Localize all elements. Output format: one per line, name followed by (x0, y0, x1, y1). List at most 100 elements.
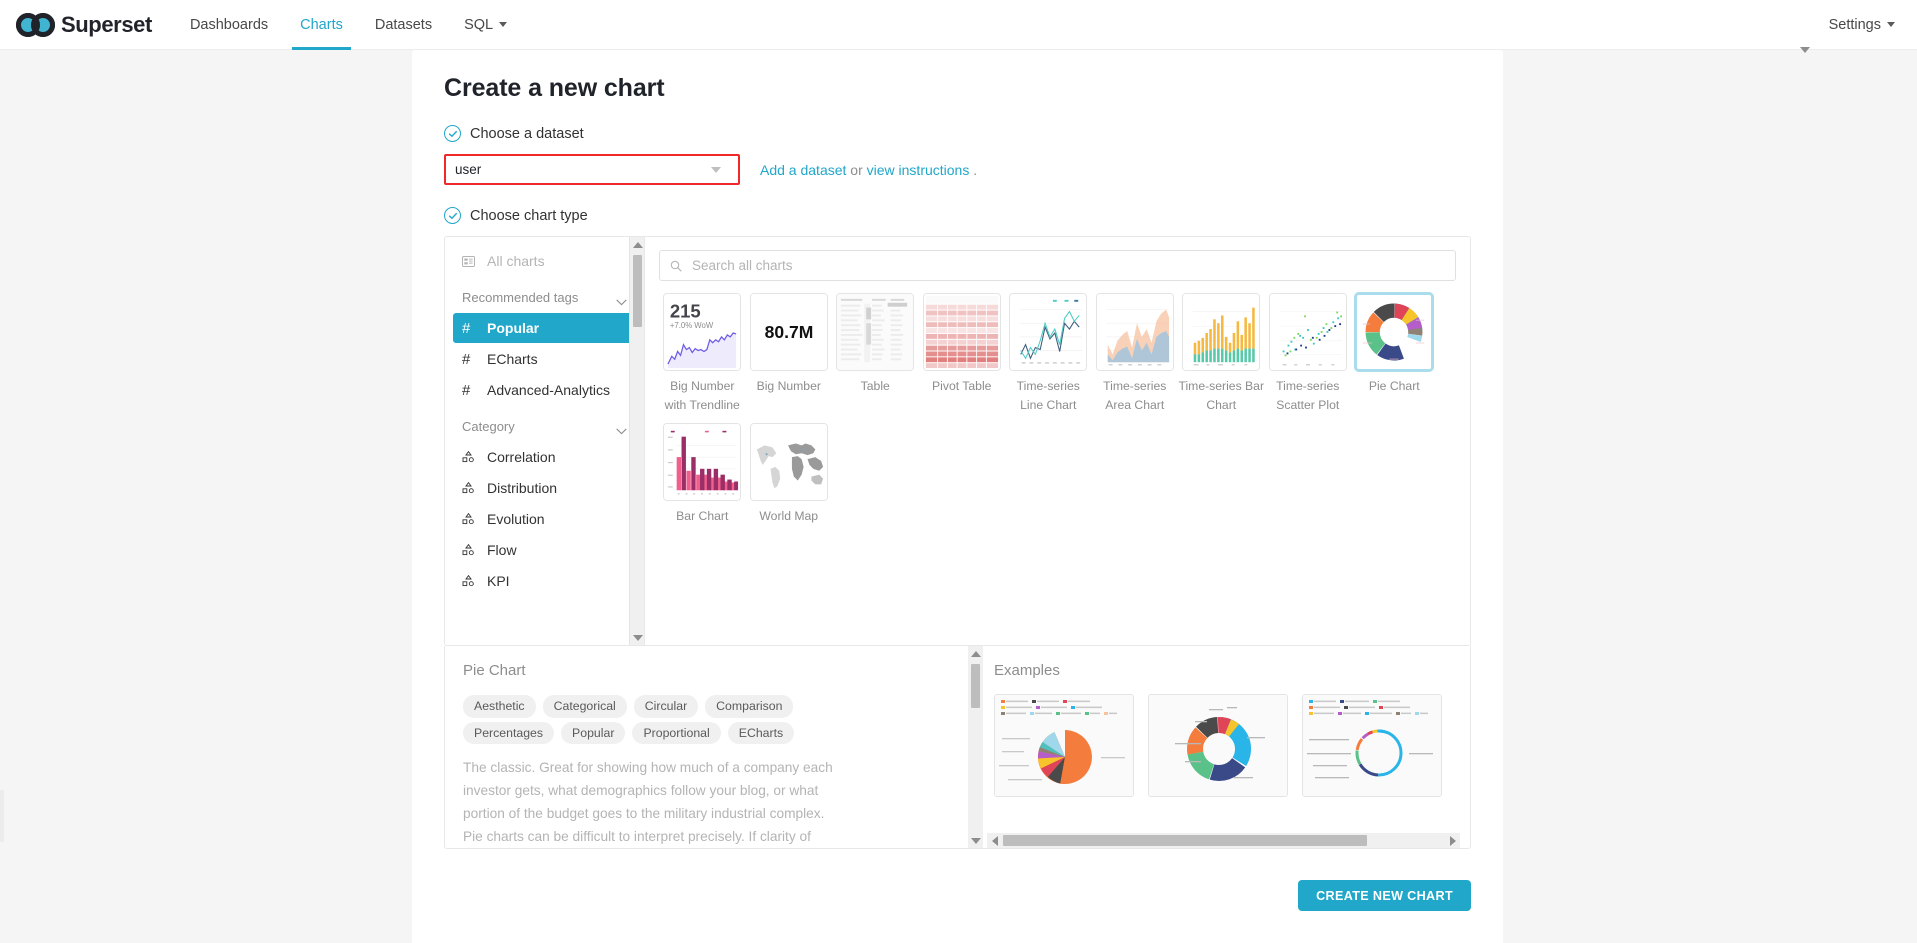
chart-thumbnail (1268, 293, 1347, 371)
sidebar-item-advanced-analytics[interactable]: # Advanced-Analytics (453, 375, 636, 405)
chevron-down-icon[interactable] (711, 166, 721, 173)
chart-details-panel: Pie Chart Aesthetic Categorical Circular… (444, 646, 1471, 849)
search-icon (670, 260, 682, 272)
example-pie-thin-ring[interactable] (1302, 694, 1442, 797)
svg-text:215: 215 (670, 300, 701, 321)
card-footer: CREATE NEW CHART (412, 880, 1503, 943)
tag-comparison[interactable]: Comparison (705, 695, 794, 718)
nav-item-label: Datasets (374, 16, 433, 33)
panel-collapse-handle-icon[interactable] (1800, 47, 1810, 53)
chart-type-time-series-line-chart[interactable]: Time-series Line Chart (1005, 293, 1092, 415)
chart-type-label: World Map (759, 508, 819, 523)
chart-type-time-series-area-chart[interactable]: Time-series Area Chart (1092, 293, 1179, 415)
sidebar-item-flow[interactable]: Flow (453, 535, 636, 565)
chart-thumbnail (663, 422, 742, 501)
tag-aesthetic[interactable]: Aesthetic (463, 695, 536, 718)
chart-type-label: Bar Chart (676, 508, 729, 523)
chart-type-world-map[interactable]: World Map (746, 422, 833, 526)
chart-type-bar-chart[interactable]: Bar Chart (659, 422, 746, 526)
tag-proportional[interactable]: Proportional (632, 721, 721, 745)
tag-circular[interactable]: Circular (633, 695, 699, 718)
chart-type-label: Time-series Line Chart (1016, 379, 1080, 412)
nav-item-charts[interactable]: Charts (284, 0, 359, 50)
chart-type-table[interactable]: Table (832, 293, 919, 415)
sidebar-scrollbar-thumb[interactable] (633, 255, 642, 327)
category-icon (462, 544, 479, 556)
category-icon (462, 451, 479, 463)
sidebar-group-label: Recommended tags (462, 289, 579, 305)
superset-brand-link[interactable]: Superset (16, 12, 152, 38)
hash-icon: # (462, 381, 471, 399)
sidebar-item-distribution[interactable]: Distribution (453, 473, 636, 503)
sidebar-scrollbar[interactable] (629, 237, 644, 645)
chart-type-label: Table (860, 379, 890, 393)
chart-type-label: Pivot Table (932, 379, 992, 393)
details-description: The classic. Great for showing how much … (463, 760, 833, 844)
chart-type-label: Time-series Area Chart (1103, 379, 1167, 412)
chart-type-label: Big Number with Trendline (664, 379, 740, 412)
chart-type-pie-chart[interactable]: Pie Chart (1351, 293, 1438, 415)
chart-type-grid: 215 +7.0% WoW Big Number with Trendline (659, 293, 1456, 534)
tag-categorical[interactable]: Categorical (542, 695, 627, 718)
chart-category-sidebar: All charts Recommended tags # Popular # … (445, 237, 645, 645)
tag-echarts[interactable]: ECharts (727, 721, 795, 745)
hash-icon: # (462, 350, 471, 368)
nav-item-datasets[interactable]: Datasets (359, 0, 448, 50)
search-input[interactable] (690, 257, 1445, 274)
triangle-down-icon[interactable] (630, 630, 645, 645)
chart-examples-section: Examples (968, 646, 1470, 848)
chart-type-time-series-scatter-plot[interactable]: Time-series Scatter Plot (1265, 293, 1352, 415)
sidebar-item-label: Evolution (487, 511, 545, 527)
sidebar-item-popular[interactable]: # Popular (453, 313, 636, 343)
sidebar-item-echarts[interactable]: # ECharts (453, 344, 636, 374)
nav-item-dashboards[interactable]: Dashboards (174, 0, 284, 50)
step-label: Choose a dataset (470, 125, 584, 142)
top-navbar: Superset Dashboards Charts Datasets SQL … (0, 0, 1917, 50)
chart-type-label: Pie Chart (1368, 379, 1420, 393)
chart-type-pivot-table[interactable]: Pivot Table (919, 293, 1006, 415)
svg-text:+7.0% WoW: +7.0% WoW (670, 321, 714, 330)
sidebar-item-evolution[interactable]: Evolution (453, 504, 636, 534)
step-choose-chart-type: Choose chart type (444, 207, 1471, 224)
chart-thumbnail: 80.7M (749, 293, 828, 371)
sidebar-item-label: Advanced-Analytics (487, 382, 610, 398)
examples-horizontal-scrollbar[interactable] (987, 833, 1460, 848)
details-tag-row-2: Percentages Popular Proportional ECharts (463, 721, 946, 745)
triangle-right-icon[interactable] (1445, 833, 1460, 848)
triangle-left-icon[interactable] (987, 833, 1002, 848)
chart-type-big-number-with-trendline[interactable]: 215 +7.0% WoW Big Number with Trendline (659, 293, 746, 415)
dataset-select-highlight: user (444, 154, 740, 185)
tag-popular[interactable]: Popular (561, 721, 626, 745)
dataset-select[interactable]: user (446, 156, 738, 183)
examples-scrollbar-thumb[interactable] (1003, 835, 1367, 846)
left-edge-artifact (0, 790, 4, 842)
details-tag-row-1: Aesthetic Categorical Circular Compariso… (463, 695, 946, 718)
sidebar-group-category[interactable]: Category (462, 412, 627, 440)
sidebar-item-all-charts[interactable]: All charts (453, 246, 636, 276)
chart-type-big-number[interactable]: 80.7M Big Number (746, 293, 833, 415)
create-chart-card: Create a new chart Choose a dataset user (412, 50, 1503, 943)
example-pie-donut[interactable] (1148, 694, 1288, 797)
dataset-help-links: Add a dataset or view instructions . (760, 162, 977, 178)
tag-percentages[interactable]: Percentages (463, 721, 555, 745)
sidebar-item-label: Popular (487, 320, 540, 336)
sidebar-item-kpi[interactable]: KPI (453, 566, 636, 596)
search-charts-box[interactable] (659, 250, 1456, 281)
chart-thumbnail (922, 293, 1001, 371)
nav-item-label: Dashboards (189, 16, 269, 33)
settings-menu[interactable]: Settings (1829, 17, 1895, 33)
triangle-up-icon[interactable] (630, 237, 645, 252)
chart-type-label: Time-series Scatter Plot (1276, 379, 1340, 412)
nav-item-sql[interactable]: SQL (448, 0, 523, 50)
sidebar-group-recommended-tags[interactable]: Recommended tags (462, 283, 627, 311)
chart-type-time-series-bar-chart[interactable]: Time-series Bar Chart (1178, 293, 1265, 415)
chart-thumbnail (836, 293, 915, 371)
create-new-chart-button[interactable]: CREATE NEW CHART (1298, 880, 1471, 911)
example-pie-full[interactable] (994, 694, 1134, 797)
view-instructions-link[interactable]: view instructions (867, 162, 970, 178)
add-dataset-link[interactable]: Add a dataset (760, 162, 846, 178)
sidebar-item-correlation[interactable]: Correlation (453, 442, 636, 472)
sidebar-item-label: Correlation (487, 449, 556, 465)
check-circle-icon (444, 207, 461, 224)
or-text: or (846, 161, 867, 178)
